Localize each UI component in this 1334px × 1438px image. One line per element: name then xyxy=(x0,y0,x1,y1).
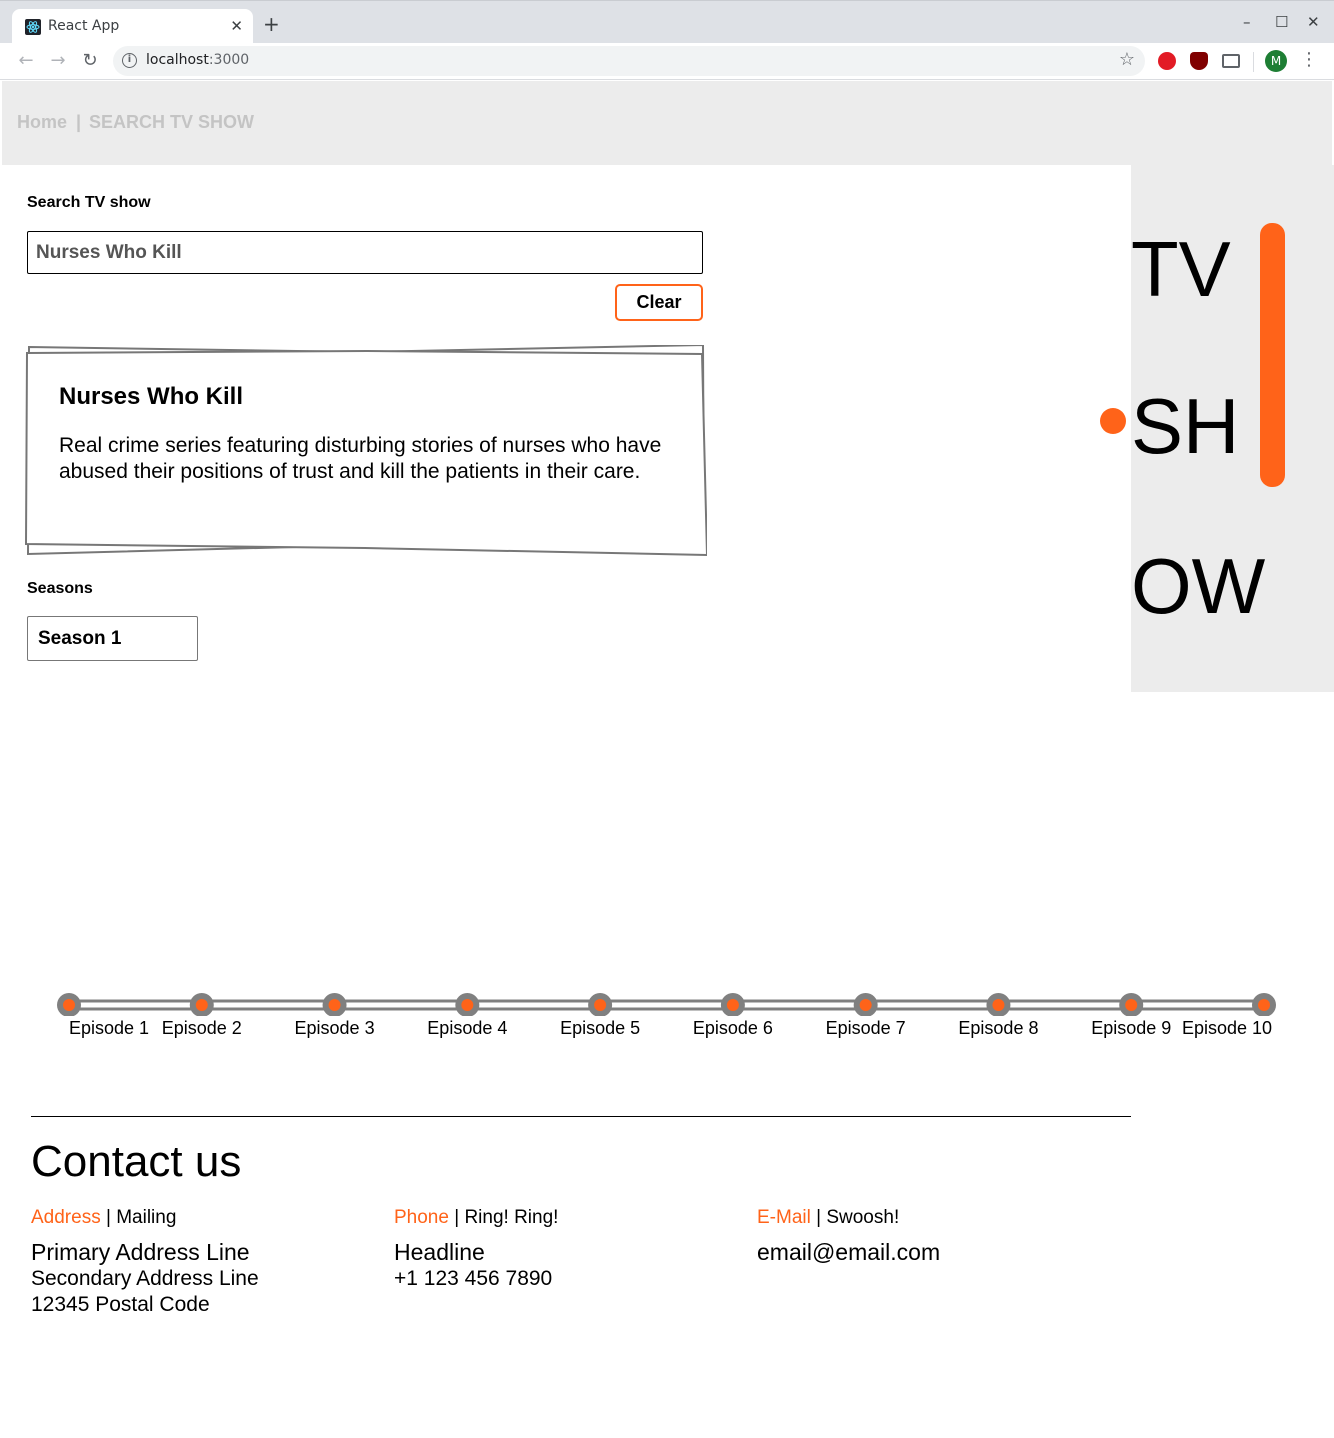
episode-node-dot-6 xyxy=(726,999,739,1011)
browser-tab-bar: React App ✕ + – ☐ ✕ xyxy=(0,0,1334,44)
phone-number[interactable]: +1 123 456 7890 xyxy=(394,1266,734,1292)
app-page: Home | SEARCH TV SHOW TV SH OW Search TV… xyxy=(2,81,1334,1436)
episode-label-1[interactable]: Episode 1 xyxy=(69,1018,149,1039)
episode-node-dot-8 xyxy=(992,999,1005,1011)
seasons-label: Seasons xyxy=(27,580,93,597)
episode-timeline: Episode 1 Episode 2 Episode 3 Episode 4 Epis… xyxy=(2,986,1332,1046)
app-header: Home | SEARCH TV SHOW xyxy=(2,81,1332,165)
contact-email-column: E-Mail | Swoosh! email@email.com xyxy=(757,1207,1097,1266)
episode-label-7[interactable]: Episode 7 xyxy=(826,1018,906,1039)
profile-avatar[interactable]: M xyxy=(1265,50,1287,72)
episode-node-dot-10 xyxy=(1258,999,1270,1011)
footer-divider xyxy=(31,1116,1131,1117)
reload-icon[interactable]: ↻ xyxy=(78,49,102,73)
clear-button[interactable]: Clear xyxy=(615,284,703,321)
episode-label-3[interactable]: Episode 3 xyxy=(295,1018,375,1039)
episode-node-dot-9 xyxy=(1125,999,1138,1011)
ublock-shield-icon[interactable] xyxy=(1190,52,1208,70)
browser-tab[interactable]: React App ✕ xyxy=(12,9,253,44)
episode-node-dot-2 xyxy=(195,999,208,1011)
maximize-button[interactable]: ☐ xyxy=(1275,13,1288,31)
side-scroll-thumb[interactable] xyxy=(1260,223,1285,487)
address-line-3: 12345 Postal Code xyxy=(31,1293,210,1316)
show-title: Nurses Who Kill xyxy=(59,383,244,410)
back-arrow-icon[interactable]: ← xyxy=(14,49,38,73)
kebab-menu-icon[interactable]: ⋮ xyxy=(1300,49,1318,70)
episode-label-9[interactable]: Episode 9 xyxy=(1091,1018,1171,1039)
episode-node-dot-7 xyxy=(859,999,872,1011)
episode-label-8[interactable]: Episode 8 xyxy=(958,1018,1038,1039)
nav-home-link[interactable]: Home xyxy=(17,112,67,133)
side-indicator-dot xyxy=(1100,408,1126,434)
season-select[interactable]: Season 1 xyxy=(27,616,198,661)
contact-title: Contact us xyxy=(31,1137,242,1186)
address-line-2: Secondary Address Line xyxy=(31,1267,259,1290)
close-window-button[interactable]: ✕ xyxy=(1307,13,1320,31)
side-letters-tv: TV xyxy=(1131,225,1231,313)
episode-node-dot-1 xyxy=(63,999,75,1011)
info-icon[interactable]: i xyxy=(122,53,137,68)
cast-icon[interactable] xyxy=(1222,54,1240,68)
episode-label-6[interactable]: Episode 6 xyxy=(693,1018,773,1039)
contact-phone-column: Phone | Ring! Ring! Headline +1 123 456 … xyxy=(394,1207,734,1292)
tab-title: React App xyxy=(48,18,120,34)
breadcrumb-separator: | xyxy=(76,112,82,132)
phone-heading: Phone | Ring! Ring! xyxy=(394,1207,559,1228)
episode-label-4[interactable]: Episode 4 xyxy=(427,1018,507,1039)
episode-label-5[interactable]: Episode 5 xyxy=(560,1018,640,1039)
browser-toolbar: ← → ↻ i localhost:3000 ☆ M ⋮ xyxy=(0,43,1334,80)
contact-address-column: Address | Mailing Primary Address Line S… xyxy=(31,1207,371,1318)
toolbar-divider xyxy=(1253,52,1254,72)
opera-extension-icon[interactable] xyxy=(1158,52,1176,70)
search-input[interactable] xyxy=(27,231,703,274)
address-bar[interactable]: i localhost:3000 ☆ xyxy=(113,46,1145,76)
react-icon xyxy=(25,19,41,35)
episode-label-10[interactable]: Episode 10 xyxy=(1182,1018,1272,1039)
show-description: Real crime series featuring disturbing s… xyxy=(59,434,662,483)
tab-close-icon[interactable]: ✕ xyxy=(230,17,243,35)
episode-node-dot-3 xyxy=(328,999,341,1011)
new-tab-button[interactable]: + xyxy=(263,14,280,34)
side-letters-sh: SH xyxy=(1131,382,1240,470)
episode-node-dot-4 xyxy=(461,999,474,1011)
episode-label-2[interactable]: Episode 2 xyxy=(162,1018,242,1039)
episode-node-dot-5 xyxy=(594,999,607,1011)
address-line-1: Primary Address Line xyxy=(31,1239,250,1265)
side-letters-ow: OW xyxy=(1131,542,1266,630)
address-heading: Address | Mailing xyxy=(31,1207,177,1228)
email-heading: E-Mail | Swoosh! xyxy=(757,1207,900,1228)
timeline-track xyxy=(57,993,1276,1016)
url-text[interactable]: localhost:3000 xyxy=(146,52,249,68)
bookmark-star-icon[interactable]: ☆ xyxy=(1119,49,1135,70)
minimize-button[interactable]: – xyxy=(1243,13,1251,31)
phone-headline: Headline xyxy=(394,1239,485,1265)
side-decor-panel: TV SH OW xyxy=(1131,165,1334,692)
forward-arrow-icon[interactable]: → xyxy=(46,49,70,73)
email-address[interactable]: email@email.com xyxy=(757,1239,1097,1266)
search-label: Search TV show xyxy=(27,194,151,211)
nav-search-tv-show-link[interactable]: SEARCH TV SHOW xyxy=(89,112,254,133)
